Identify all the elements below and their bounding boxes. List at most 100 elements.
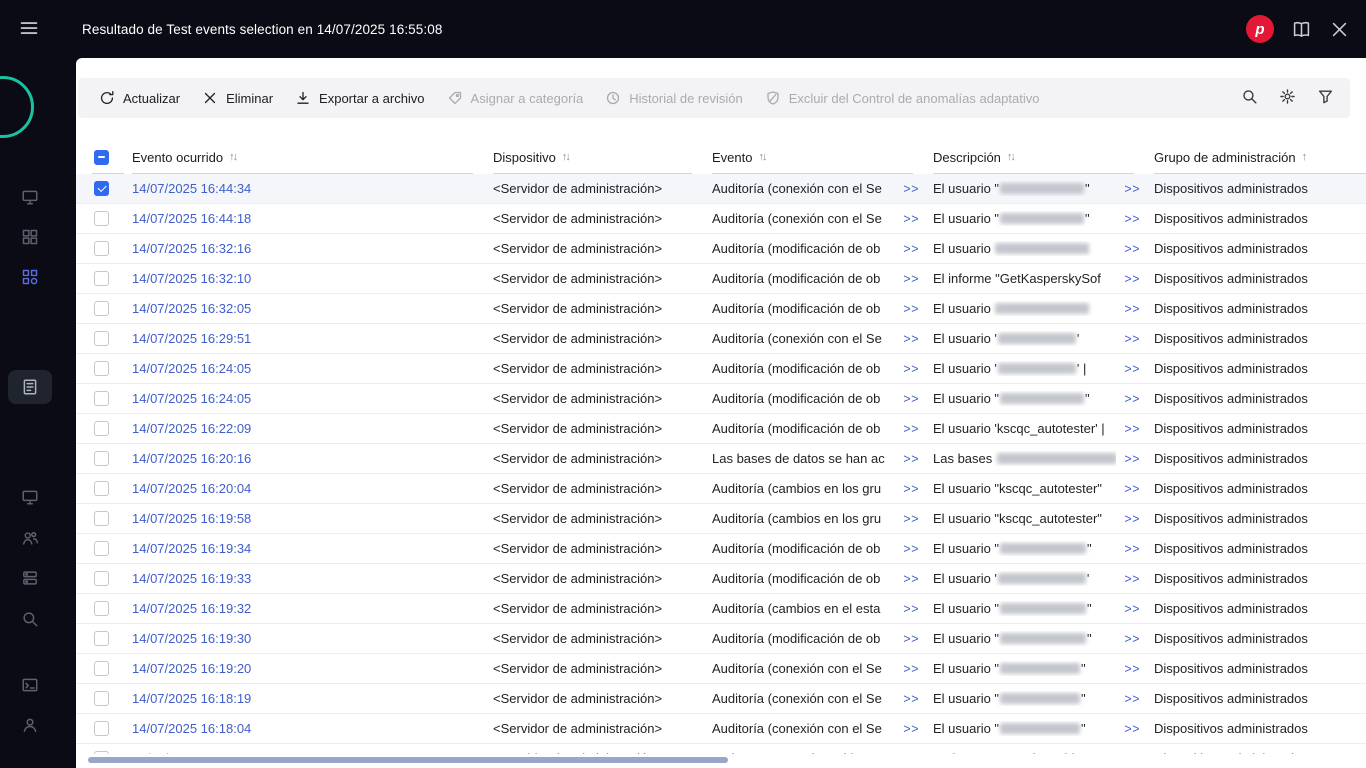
expand-description-link[interactable]: >> <box>1124 662 1140 676</box>
column-header-2[interactable]: Dispositivo ↑↓ <box>493 140 712 174</box>
expand-description-link[interactable]: >> <box>1124 722 1140 736</box>
expand-description-link[interactable]: >> <box>1124 752 1140 755</box>
table-row[interactable]: 14/07/2025 16:44:34 <Servidor de administ… <box>76 174 1366 204</box>
row-checkbox[interactable] <box>94 691 109 706</box>
expand-description-link[interactable]: >> <box>1124 482 1140 496</box>
event-time-link[interactable]: 14/07/2025 16:19:20 <box>132 661 251 676</box>
expand-event-link[interactable]: >> <box>903 692 919 706</box>
expand-event-link[interactable]: >> <box>903 602 919 616</box>
product-badge[interactable]: p <box>1246 15 1274 43</box>
expand-event-link[interactable]: >> <box>903 572 919 586</box>
expand-event-link[interactable]: >> <box>903 422 919 436</box>
sidebar-item-monitoring[interactable] <box>21 188 39 206</box>
event-time-link[interactable]: 14/07/2025 16:24:05 <box>132 361 251 376</box>
sidebar-item-account[interactable] <box>21 716 39 734</box>
sort-icon[interactable]: ↑↓ <box>562 151 571 163</box>
row-checkbox[interactable] <box>94 241 109 256</box>
expand-event-link[interactable]: >> <box>903 542 919 556</box>
delete-button[interactable]: Eliminar <box>191 78 284 118</box>
expand-description-link[interactable]: >> <box>1124 602 1140 616</box>
table-row[interactable]: 14/07/2025 16:29:51 <Servidor de administ… <box>76 324 1366 354</box>
table-row[interactable]: 14/07/2025 16:20:04 <Servidor de administ… <box>76 474 1366 504</box>
expand-event-link[interactable]: >> <box>903 632 919 646</box>
event-time-link[interactable]: 14/07/2025 16:22:09 <box>132 421 251 436</box>
sidebar-item-console[interactable] <box>21 676 39 694</box>
event-time-link[interactable]: 14/07/2025 16:19:58 <box>132 511 251 526</box>
expand-event-link[interactable]: >> <box>903 752 919 755</box>
table-row[interactable]: 14/07/2025 16:22:09 <Servidor de administ… <box>76 414 1366 444</box>
expand-event-link[interactable]: >> <box>903 182 919 196</box>
row-checkbox[interactable] <box>94 181 109 196</box>
event-time-link[interactable]: 14/07/2025 16:20:04 <box>132 481 251 496</box>
expand-description-link[interactable]: >> <box>1124 572 1140 586</box>
event-time-link[interactable]: 14/07/2025 16:24:05 <box>132 391 251 406</box>
sidebar-item-users[interactable] <box>21 529 39 547</box>
expand-description-link[interactable]: >> <box>1124 242 1140 256</box>
horizontal-scrollbar[interactable] <box>88 757 728 763</box>
event-time-link[interactable]: 14/07/2025 16:44:18 <box>132 211 251 226</box>
select-all-checkbox[interactable] <box>94 149 109 165</box>
sort-icon[interactable]: ↑↓ <box>758 151 767 163</box>
expand-event-link[interactable]: >> <box>903 392 919 406</box>
table-row[interactable]: 14/07/2025 16:19:20 <Servidor de administ… <box>76 654 1366 684</box>
expand-event-link[interactable]: >> <box>903 272 919 286</box>
expand-description-link[interactable]: >> <box>1124 362 1140 376</box>
expand-description-link[interactable]: >> <box>1124 392 1140 406</box>
row-checkbox[interactable] <box>94 601 109 616</box>
row-checkbox[interactable] <box>94 361 109 376</box>
table-row[interactable]: 14/07/2025 16:19:58 <Servidor de administ… <box>76 504 1366 534</box>
event-time-link[interactable]: 14/07/2025 16:32:16 <box>132 241 251 256</box>
expand-description-link[interactable]: >> <box>1124 272 1140 286</box>
table-row[interactable]: 14/07/2025 16:09:13 <Servidor de administ… <box>76 744 1366 754</box>
sidebar-item-devices[interactable] <box>21 268 39 286</box>
row-checkbox[interactable] <box>94 751 109 754</box>
event-time-link[interactable]: 14/07/2025 16:19:34 <box>132 541 251 556</box>
sort-icon[interactable]: ↑↓ <box>229 151 238 163</box>
event-time-link[interactable]: 14/07/2025 16:19:30 <box>132 631 251 646</box>
table-row[interactable]: 14/07/2025 16:24:05 <Servidor de administ… <box>76 354 1366 384</box>
row-checkbox[interactable] <box>94 331 109 346</box>
settings-button[interactable] <box>1272 83 1302 113</box>
expand-description-link[interactable]: >> <box>1124 302 1140 316</box>
expand-description-link[interactable]: >> <box>1124 512 1140 526</box>
table-row[interactable]: 14/07/2025 16:19:34 <Servidor de administ… <box>76 534 1366 564</box>
table-row[interactable]: 14/07/2025 16:19:30 <Servidor de administ… <box>76 624 1366 654</box>
event-time-link[interactable]: 14/07/2025 16:29:51 <box>132 331 251 346</box>
event-time-link[interactable]: 14/07/2025 16:32:05 <box>132 301 251 316</box>
expand-description-link[interactable]: >> <box>1124 422 1140 436</box>
expand-event-link[interactable]: >> <box>903 662 919 676</box>
expand-event-link[interactable]: >> <box>903 512 919 526</box>
column-header-3[interactable]: Evento ↑↓ <box>712 140 933 174</box>
expand-description-link[interactable]: >> <box>1124 182 1140 196</box>
row-checkbox[interactable] <box>94 391 109 406</box>
filter-button[interactable] <box>1310 83 1340 113</box>
expand-event-link[interactable]: >> <box>903 302 919 316</box>
table-row[interactable]: 14/07/2025 16:32:16 <Servidor de administ… <box>76 234 1366 264</box>
table-row[interactable]: 14/07/2025 16:32:10 <Servidor de administ… <box>76 264 1366 294</box>
row-checkbox[interactable] <box>94 541 109 556</box>
row-checkbox[interactable] <box>94 451 109 466</box>
row-checkbox[interactable] <box>94 661 109 676</box>
event-time-link[interactable]: 14/07/2025 16:44:34 <box>132 181 251 196</box>
sidebar-item-search[interactable] <box>21 610 39 628</box>
sort-icon[interactable]: ↑ <box>1302 151 1307 163</box>
expand-description-link[interactable]: >> <box>1124 542 1140 556</box>
expand-event-link[interactable]: >> <box>903 722 919 736</box>
event-time-link[interactable]: 14/07/2025 16:20:16 <box>132 451 251 466</box>
table-row[interactable]: 14/07/2025 16:19:32 <Servidor de administ… <box>76 594 1366 624</box>
event-time-link[interactable]: 14/07/2025 16:18:19 <box>132 691 251 706</box>
column-header-1[interactable]: Evento ocurrido ↑↓ <box>132 140 493 174</box>
expand-event-link[interactable]: >> <box>903 452 919 466</box>
expand-description-link[interactable]: >> <box>1124 692 1140 706</box>
event-time-link[interactable]: 14/07/2025 16:19:33 <box>132 571 251 586</box>
row-checkbox[interactable] <box>94 301 109 316</box>
expand-event-link[interactable]: >> <box>903 242 919 256</box>
table-row[interactable]: 14/07/2025 16:20:16 <Servidor de administ… <box>76 444 1366 474</box>
expand-description-link[interactable]: >> <box>1124 332 1140 346</box>
event-time-link[interactable]: 14/07/2025 16:09:13 <box>132 751 251 754</box>
menu-icon[interactable] <box>18 18 40 40</box>
search-button[interactable] <box>1234 83 1264 113</box>
row-checkbox[interactable] <box>94 481 109 496</box>
column-header-4[interactable]: Descripción ↑↓ <box>933 140 1154 174</box>
table-row[interactable]: 14/07/2025 16:18:19 <Servidor de administ… <box>76 684 1366 714</box>
